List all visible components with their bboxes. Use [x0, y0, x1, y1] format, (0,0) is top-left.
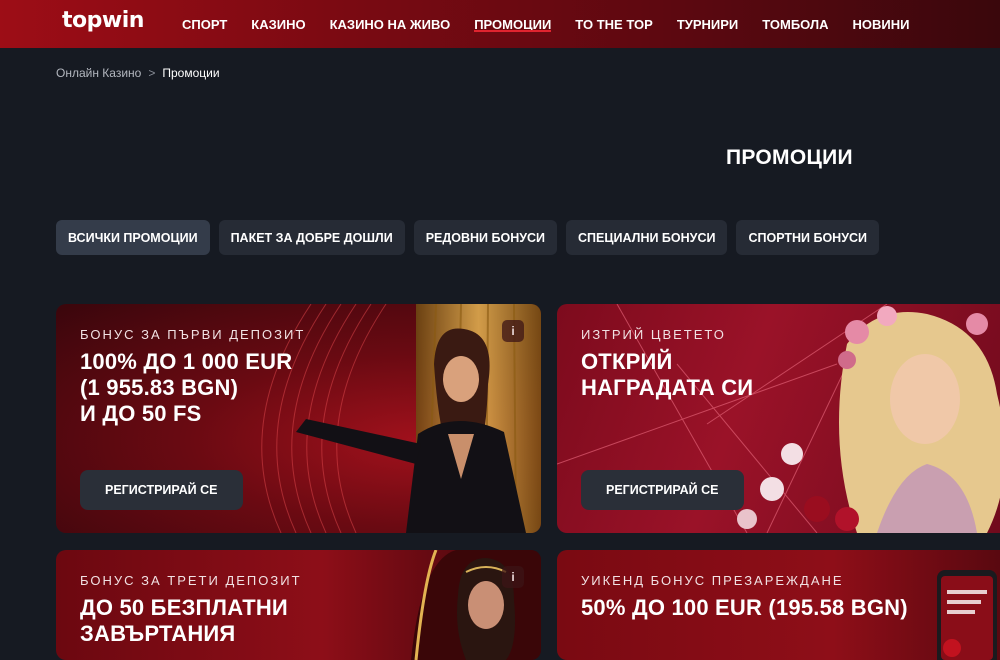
nav-item-live-casino[interactable]: КАЗИНО НА ЖИВО [330, 0, 451, 48]
chevron-right-icon: > [148, 66, 156, 80]
promo-eyebrow: УИКЕНД БОНУС ПРЕЗАРЕЖДАНЕ [581, 573, 844, 588]
promo-eyebrow: БОНУС ЗА ПЪРВИ ДЕПОЗИТ [80, 327, 306, 342]
nav-item-news[interactable]: НОВИНИ [852, 0, 909, 48]
filter-special-bonuses[interactable]: СПЕЦИАЛНИ БОНУСИ [566, 220, 728, 255]
top-header: topwin СПОРТ КАЗИНО КАЗИНО НА ЖИВО ПРОМО… [0, 0, 1000, 48]
nav-item-sport[interactable]: СПОРТ [182, 0, 227, 48]
filter-regular-bonuses[interactable]: РЕДОВНИ БОНУСИ [413, 220, 558, 255]
info-icon[interactable]: i [502, 566, 524, 588]
register-button[interactable]: РЕГИСТРИРАЙ СЕ [80, 470, 243, 510]
main-nav: СПОРТ КАЗИНО КАЗИНО НА ЖИВО ПРОМОЦИИ TO … [182, 0, 933, 48]
promo-headline: ОТКРИЙ НАГРАДАТА СИ [581, 349, 754, 400]
info-icon[interactable]: i [502, 320, 524, 342]
promo-headline: 100% ДО 1 000 EUR (1 955.83 BGN) И ДО 50… [80, 349, 293, 426]
nav-item-tombola[interactable]: ТОМБОЛА [762, 0, 828, 48]
promo-eyebrow: БОНУС ЗА ТРЕТИ ДЕПОЗИТ [80, 573, 302, 588]
breadcrumb-current: Промоции [162, 66, 220, 80]
page-title: ПРОМОЦИИ [726, 146, 853, 169]
promo-card-scratch-flower[interactable]: ИЗТРИЙ ЦВЕТЕТО ОТКРИЙ НАГРАДАТА СИ РЕГИС… [557, 304, 1000, 533]
filter-welcome-package[interactable]: ПАКЕТ ЗА ДОБРЕ ДОШЛИ [218, 220, 405, 255]
filter-sports-bonuses[interactable]: СПОРТНИ БОНУСИ [736, 220, 880, 255]
nav-item-tournaments[interactable]: ТУРНИРИ [677, 0, 738, 48]
promo-card-first-deposit[interactable]: i БОНУС ЗА ПЪРВИ ДЕПОЗИТ 100% ДО 1 000 E… [56, 304, 541, 533]
breadcrumb: Онлайн Казино > Промоции [56, 66, 220, 80]
nav-item-to-the-top[interactable]: TO THE TOP [575, 0, 653, 48]
nav-item-casino[interactable]: КАЗИНО [251, 0, 305, 48]
promo-headline: 50% ДО 100 EUR (195.58 BGN) [581, 595, 908, 620]
filter-all-promotions[interactable]: ВСИЧКИ ПРОМОЦИИ [56, 220, 210, 255]
register-button[interactable]: РЕГИСТРИРАЙ СЕ [581, 470, 744, 510]
topwin-logo[interactable]: topwin [62, 8, 144, 33]
breadcrumb-link-online-casino[interactable]: Онлайн Казино [56, 66, 141, 80]
promo-eyebrow: ИЗТРИЙ ЦВЕТЕТО [581, 327, 726, 342]
promo-headline: ДО 50 БЕЗПЛАТНИ ЗАВЪРТАНИЯ [80, 595, 288, 646]
promo-filter-tabs: ВСИЧКИ ПРОМОЦИИ ПАКЕТ ЗА ДОБРЕ ДОШЛИ РЕД… [56, 220, 888, 255]
nav-item-promotions[interactable]: ПРОМОЦИИ [474, 0, 552, 48]
